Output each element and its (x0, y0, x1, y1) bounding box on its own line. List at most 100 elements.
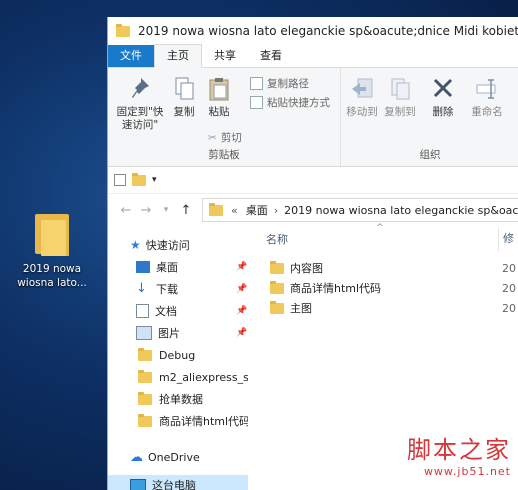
nav-this-pc[interactable]: 这台电脑 (108, 475, 248, 490)
list-item[interactable]: 主图 20 (258, 299, 518, 317)
star-icon: ★ (130, 238, 141, 252)
pin-label: 固定到"快速访问" (116, 106, 164, 131)
nav-this-pc-label: 这台电脑 (152, 479, 196, 490)
address-folder-icon (209, 202, 223, 216)
history-chevron-icon[interactable]: ▾ (156, 205, 176, 215)
navigation-bar: ← → ▾ ↑ « 桌面 › 2019 nowa wiosna lato ele… (108, 194, 518, 226)
move-to-label: 移动到 (346, 106, 378, 118)
copy-to-button[interactable]: 复制到 (383, 76, 417, 119)
paste-shortcut-icon (250, 96, 263, 109)
watermark: 脚本之家 www.jb51.net (407, 430, 511, 478)
paste-label: 粘贴 (208, 106, 230, 118)
new-folder-icon[interactable] (132, 172, 146, 186)
breadcrumb-current[interactable]: 2019 nowa wiosna lato eleganckie sp&oacu… (284, 204, 518, 217)
forward-arrow-icon[interactable]: → (136, 203, 156, 218)
chevron-down-icon[interactable]: ▾ (152, 175, 157, 185)
folder-icon (116, 23, 130, 37)
breadcrumb-desktop[interactable]: 桌面 (246, 202, 268, 218)
explorer-window: 2019 nowa wiosna lato eleganckie sp&oacu… (107, 17, 518, 490)
file-name: 主图 (290, 302, 312, 315)
back-arrow-icon[interactable]: ← (116, 203, 136, 218)
properties-icon[interactable] (114, 174, 126, 186)
folder-icon (138, 347, 152, 361)
tab-home[interactable]: 主页 (154, 44, 202, 68)
file-date: 20 (502, 261, 516, 275)
ribbon: 固定到"快速访问" 复制 粘贴 复制路径 粘贴快捷方式 ✂ 剪切 剪贴板 移动到… (108, 68, 518, 167)
up-arrow-icon[interactable]: ↑ (176, 203, 196, 218)
pin-icon[interactable]: 📌 (236, 306, 247, 316)
list-item[interactable]: 内容图 20 (258, 259, 518, 277)
nav-quick-access[interactable]: ★ 快速访问 (108, 235, 248, 255)
paste-shortcut-label: 粘贴快捷方式 (267, 97, 330, 109)
column-header-name[interactable]: 名称 (258, 231, 288, 247)
title-bar[interactable]: 2019 nowa wiosna lato eleganckie sp&oacu… (108, 17, 518, 45)
breadcrumb-overflow[interactable]: « (231, 204, 238, 217)
tab-view[interactable]: 查看 (248, 45, 294, 67)
paste-button[interactable]: 粘贴 (204, 76, 234, 119)
file-date: 20 (502, 301, 516, 315)
pin-icon[interactable]: 📌 (236, 284, 247, 294)
nav-onedrive-label: OneDrive (148, 450, 200, 464)
ribbon-tabs: 文件 主页 共享 查看 (108, 44, 518, 68)
delete-button[interactable]: 删除 (429, 76, 457, 119)
nav-onedrive[interactable]: ☁ OneDrive (108, 447, 248, 467)
window-title: 2019 nowa wiosna lato eleganckie sp&oacu… (138, 24, 518, 38)
delete-icon (433, 78, 453, 98)
delete-label: 删除 (432, 106, 454, 118)
tab-share[interactable]: 共享 (202, 45, 248, 67)
folder-icon (138, 391, 152, 405)
document-icon (136, 304, 149, 318)
pin-icon[interactable]: 📌 (236, 328, 247, 338)
pin-quick-access-button[interactable]: 固定到"快速访问" (114, 76, 166, 132)
folder-icon (270, 300, 284, 314)
list-item[interactable]: 商品详情html代码 20 (258, 279, 518, 297)
folder-icon (138, 369, 152, 383)
copy-to-icon (391, 78, 410, 100)
watermark-url: www.jb51.net (423, 465, 511, 478)
paste-icon (209, 78, 229, 101)
rename-button[interactable]: 重命名 (467, 76, 507, 119)
breadcrumb-separator-icon[interactable]: › (274, 204, 278, 217)
pin-icon (132, 78, 149, 98)
cut-label: 剪切 (220, 132, 242, 144)
copy-path-icon (250, 77, 263, 90)
download-arrow-icon: ↓ (136, 281, 147, 296)
copy-path-button[interactable]: 复制路径 (250, 76, 309, 91)
column-header-date[interactable]: 修 (498, 227, 514, 251)
move-to-button[interactable]: 移动到 (345, 76, 379, 119)
nav-item-grab-data[interactable]: 抢单数据 (108, 389, 248, 409)
rename-icon (476, 79, 496, 99)
nav-item-label: 抢单数据 (159, 393, 203, 406)
address-bar[interactable]: « 桌面 › 2019 nowa wiosna lato eleganckie … (202, 198, 518, 222)
picture-icon (136, 326, 152, 340)
nav-item-label: m2_aliexpress_spi (159, 370, 248, 384)
nav-item-label: 桌面 (156, 261, 178, 274)
desktop-icon (136, 261, 150, 273)
tab-file[interactable]: 文件 (108, 45, 154, 67)
navigation-pane: ★ 快速访问 桌面 📌 ↓ 下载 📌 文档 📌 图片 📌 Debug m2_al… (108, 227, 248, 490)
watermark-text: 脚本之家 (407, 436, 511, 464)
zip-folder-icon (35, 214, 69, 256)
computer-icon (130, 479, 146, 490)
pin-icon[interactable]: 📌 (236, 262, 247, 272)
nav-item-desktop[interactable]: 桌面 📌 (108, 257, 248, 277)
rename-label: 重命名 (471, 106, 503, 118)
sort-up-icon: ^ (376, 223, 384, 233)
cut-button[interactable]: ✂ 剪切 (208, 130, 242, 145)
nav-item-m2-aliexpress[interactable]: m2_aliexpress_spi (108, 367, 248, 387)
nav-item-pictures[interactable]: 图片 📌 (108, 323, 248, 343)
nav-item-downloads[interactable]: ↓ 下载 📌 (108, 279, 248, 299)
clipboard-group: 固定到"快速访问" 复制 粘贴 复制路径 粘贴快捷方式 ✂ 剪切 剪贴板 (108, 68, 341, 166)
file-name: 商品详情html代码 (290, 282, 382, 295)
nav-item-label: 文档 (155, 305, 177, 318)
copy-to-label: 复制到 (384, 106, 416, 118)
nav-item-debug[interactable]: Debug (108, 345, 248, 365)
nav-quick-access-label: 快速访问 (145, 239, 190, 252)
folder-icon (138, 413, 152, 427)
copy-button[interactable]: 复制 (170, 76, 198, 119)
paste-shortcut-button[interactable]: 粘贴快捷方式 (250, 95, 330, 110)
nav-item-product-html[interactable]: 商品详情html代码 (108, 411, 248, 431)
folder-icon (270, 280, 284, 294)
nav-item-documents[interactable]: 文档 📌 (108, 301, 248, 321)
desktop-folder-icon[interactable]: 2019 nowa wiosna lato... (14, 214, 90, 290)
